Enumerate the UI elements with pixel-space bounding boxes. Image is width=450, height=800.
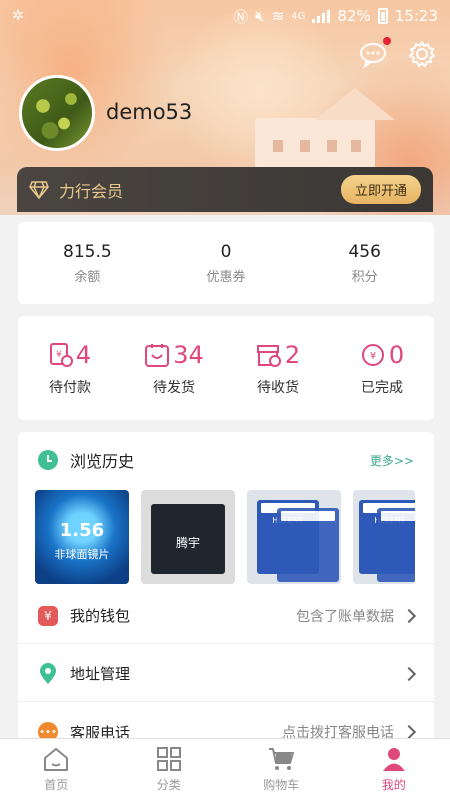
svg-text:¥: ¥ — [370, 351, 376, 362]
tab-mine[interactable]: 我的 — [338, 739, 450, 800]
history-thumbnails: 1.56 非球面镜片 腾宇 HELENE HELENE — [35, 490, 415, 584]
account-stats-card: 815.5 余额 0 优惠券 456 积分 — [18, 222, 434, 304]
points-value: 456 — [348, 241, 381, 262]
diamond-icon — [29, 180, 49, 199]
pending-payment-label: 待付款 — [49, 380, 91, 396]
home-icon — [44, 748, 69, 771]
tab-home-label: 首页 — [44, 778, 69, 792]
member-label: 力行会员 — [59, 181, 124, 201]
stat-balance[interactable]: 815.5 余额 — [18, 242, 157, 285]
category-icon — [156, 747, 181, 771]
tab-category[interactable]: 分类 — [113, 739, 226, 800]
nfc-icon: Ⓝ — [233, 7, 249, 26]
status-notification-icon: ✲ — [12, 8, 24, 24]
wallet-label: 我的钱包 — [70, 607, 131, 625]
product-brand: 腾宇 — [175, 536, 200, 550]
clock-icon — [38, 450, 58, 470]
battery-icon — [377, 8, 388, 24]
mute-icon: 🔇︎ — [255, 7, 265, 25]
history-title: 浏览历史 — [70, 452, 135, 471]
completed-icon: ¥ — [361, 344, 384, 366]
balance-value: 815.5 — [63, 241, 112, 262]
avatar[interactable] — [19, 75, 95, 151]
completed-count: 0 — [388, 341, 405, 369]
product-lens-type: 非球面镜片 — [54, 548, 110, 561]
settings-gear-icon[interactable] — [408, 40, 436, 68]
chevron-right-icon — [401, 724, 417, 740]
points-label: 积分 — [351, 269, 378, 285]
battery-percent: 82% — [337, 7, 371, 25]
tab-category-label: 分类 — [156, 778, 181, 792]
orders-card: ¥ 4 待付款 34 待发货 2 待收货 ¥ 0 已完成 — [18, 316, 434, 420]
wifi-icon: ≋ — [271, 7, 285, 25]
chevron-right-icon — [401, 608, 417, 623]
order-pending-shipment[interactable]: 34 待发货 — [122, 339, 226, 397]
address-label: 地址管理 — [70, 665, 131, 683]
pending-shipment-label: 待发货 — [153, 380, 195, 396]
pending-receipt-count: 2 — [284, 341, 301, 369]
balance-label: 余额 — [74, 269, 101, 285]
completed-label: 已完成 — [361, 380, 403, 396]
pending-payment-count: 4 — [75, 341, 92, 369]
tab-cart[interactable]: 购物车 — [225, 739, 338, 800]
bottom-tab-bar: 首页 分类 购物车 我的 — [0, 738, 450, 800]
tab-mine-label: 我的 — [381, 778, 406, 792]
pending-shipment-count: 34 — [173, 341, 204, 369]
menu-address[interactable]: 地址管理 — [18, 646, 434, 702]
open-membership-button[interactable]: 立即开通 — [340, 175, 421, 204]
product-lens-index: 1.56 — [59, 520, 105, 541]
stat-coupons[interactable]: 0 优惠券 — [157, 242, 296, 285]
order-completed[interactable]: ¥ 0 已完成 — [330, 339, 434, 397]
signal-icon — [312, 9, 331, 23]
svg-text:¥: ¥ — [56, 350, 62, 360]
order-pending-payment[interactable]: ¥ 4 待付款 — [18, 339, 122, 397]
order-pending-receipt[interactable]: 2 待收货 — [226, 339, 330, 397]
tab-cart-label: 购物车 — [263, 778, 300, 792]
cart-icon — [269, 748, 295, 770]
menu-wallet[interactable]: ¥ 我的钱包 包含了账单数据 — [18, 588, 434, 644]
history-item[interactable]: 腾宇 — [141, 490, 235, 584]
wallet-icon: ¥ — [38, 605, 58, 626]
history-more-link[interactable]: 更多>> — [370, 452, 414, 469]
chevron-right-icon — [401, 666, 417, 681]
main-menu-card: 浏览历史 更多>> 1.56 非球面镜片 腾宇 HELENE HELENE ¥ … — [18, 432, 434, 742]
status-bar: ✲ Ⓝ 🔇︎ ≋ 4G 82% 15:23 — [0, 0, 450, 32]
history-item[interactable]: HELENE — [247, 490, 341, 584]
tab-home[interactable]: 首页 — [0, 739, 113, 800]
stat-points[interactable]: 456 积分 — [295, 242, 434, 285]
profile-icon — [382, 748, 405, 771]
clock: 15:23 — [394, 7, 438, 25]
wallet-subtitle: 包含了账单数据 — [296, 608, 394, 625]
coupons-value: 0 — [220, 241, 232, 262]
username[interactable]: demo53 — [106, 100, 192, 124]
member-bar[interactable]: 力行会员 立即开通 — [17, 167, 433, 212]
payment-icon: ¥ — [49, 343, 73, 367]
history-item[interactable]: 1.56 非球面镜片 — [35, 490, 129, 584]
history-item[interactable]: HELENE — [353, 490, 415, 584]
history-header: 浏览历史 更多>> — [18, 432, 434, 488]
receive-icon — [256, 345, 281, 367]
network-type: 4G — [291, 10, 306, 22]
unread-dot — [383, 37, 391, 45]
location-icon — [38, 662, 58, 684]
coupons-label: 优惠券 — [206, 269, 246, 285]
message-icon[interactable] — [358, 37, 391, 70]
shipping-icon — [145, 344, 170, 367]
pending-receipt-label: 待收货 — [257, 380, 299, 396]
